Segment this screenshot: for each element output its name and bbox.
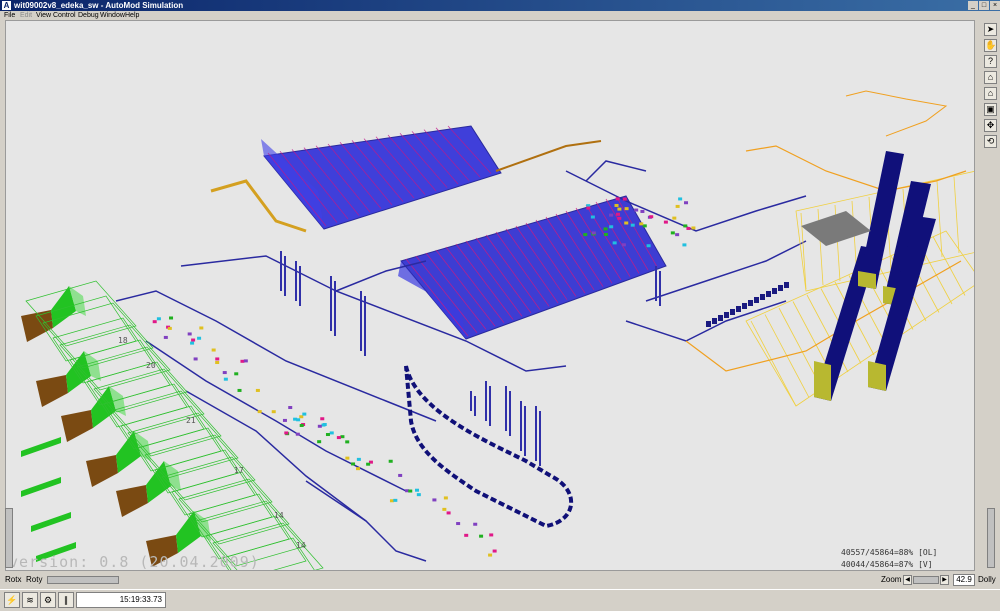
upper-rack-block: [261, 125, 502, 230]
row-number-label: 14: [296, 541, 306, 550]
menu-help[interactable]: Help: [125, 11, 139, 20]
rotate-icon[interactable]: ⟲: [984, 135, 997, 148]
right-toolbar: ➤ ✋ ? ⌂ ⌂ ▣ ✥ ⟲: [982, 20, 1000, 580]
close-button[interactable]: ×: [990, 1, 1000, 10]
home-arrow-icon[interactable]: ⌂: [984, 87, 997, 100]
menu-control[interactable]: Control: [53, 11, 76, 20]
orange-conveyor-top: [495, 140, 602, 172]
menu-debug[interactable]: Debug: [78, 11, 99, 20]
row-number-label: 17: [234, 466, 244, 475]
rotx-label: Rotx: [5, 575, 22, 584]
home-icon[interactable]: ⌂: [984, 71, 997, 84]
question-icon[interactable]: ?: [984, 55, 997, 68]
conveyor-network: [115, 160, 807, 562]
window-title: wit09002v8_edeka_sw - AutoMod Simulation: [14, 1, 184, 10]
rotx-vertical-slider[interactable]: [5, 508, 13, 568]
row-number-label: 20: [146, 361, 156, 370]
silo-towers: [814, 151, 936, 401]
zoom-box-icon[interactable]: ▣: [984, 103, 997, 116]
warehouse-scene: [21, 90, 974, 570]
automod-app-icon[interactable]: A: [2, 1, 11, 10]
step-icon[interactable]: ≋: [22, 592, 38, 608]
menu-window[interactable]: Window: [100, 11, 125, 20]
roty-slider[interactable]: [47, 576, 119, 584]
orange-outline-top: [745, 145, 967, 192]
dolly-vertical-slider[interactable]: [987, 508, 995, 568]
zoom-increase-button[interactable]: ▶: [940, 575, 949, 585]
dock-buildings: [21, 286, 211, 567]
dark-conveyor-loop: [404, 365, 573, 529]
row-number-label: 21: [186, 416, 196, 425]
maximize-button[interactable]: □: [979, 1, 989, 10]
roty-label: Roty: [26, 575, 43, 584]
version-watermark: version: 0.8 (20.04.2009): [9, 553, 260, 571]
menu-bar: File Edit View Control Debug Window Help: [0, 11, 1000, 20]
zoom-slider[interactable]: [913, 576, 939, 584]
move-icon[interactable]: ✥: [984, 119, 997, 132]
stat-ol: 40557/45864=88% [OL]: [841, 548, 938, 557]
menu-view[interactable]: View: [36, 11, 51, 20]
simulation-3d-viewport[interactable]: 18 20 21 17 14 14 version: 0.8 (20.04.20…: [5, 20, 975, 571]
row-number-label: 18: [118, 336, 128, 345]
zoom-decrease-button[interactable]: ◀: [903, 575, 912, 585]
pause-icon[interactable]: ∥: [58, 592, 74, 608]
menu-file[interactable]: File: [4, 11, 15, 20]
menu-edit[interactable]: Edit: [20, 11, 32, 20]
view-control-bar: Rotx Roty Zoom ◀ ▶ 42.9 Dolly: [0, 571, 1000, 589]
simulation-clock: 15:19:33.73: [76, 592, 166, 608]
main-rack-block: [398, 195, 667, 340]
orange-track-top: [845, 90, 948, 137]
gray-loading-pad: [801, 211, 871, 246]
stat-v: 40044/45864=87% [V]: [841, 560, 933, 569]
hand-icon[interactable]: ✋: [984, 39, 997, 52]
title-bar: A wit09002v8_edeka_sw - AutoMod Simulati…: [0, 0, 1000, 11]
row-number-label: 14: [274, 511, 284, 520]
status-bar: ⚡ ≋ ⚙ ∥ 15:19:33.73: [0, 589, 1000, 611]
dolly-label: Dolly: [978, 575, 996, 584]
animate-icon[interactable]: ⚙: [40, 592, 56, 608]
arrow-cursor-icon[interactable]: ➤: [984, 23, 997, 36]
zoom-label: Zoom: [881, 575, 902, 584]
minimize-button[interactable]: _: [968, 1, 978, 10]
run-icon[interactable]: ⚡: [4, 592, 20, 608]
zoom-value-field[interactable]: 42.9: [953, 574, 975, 586]
